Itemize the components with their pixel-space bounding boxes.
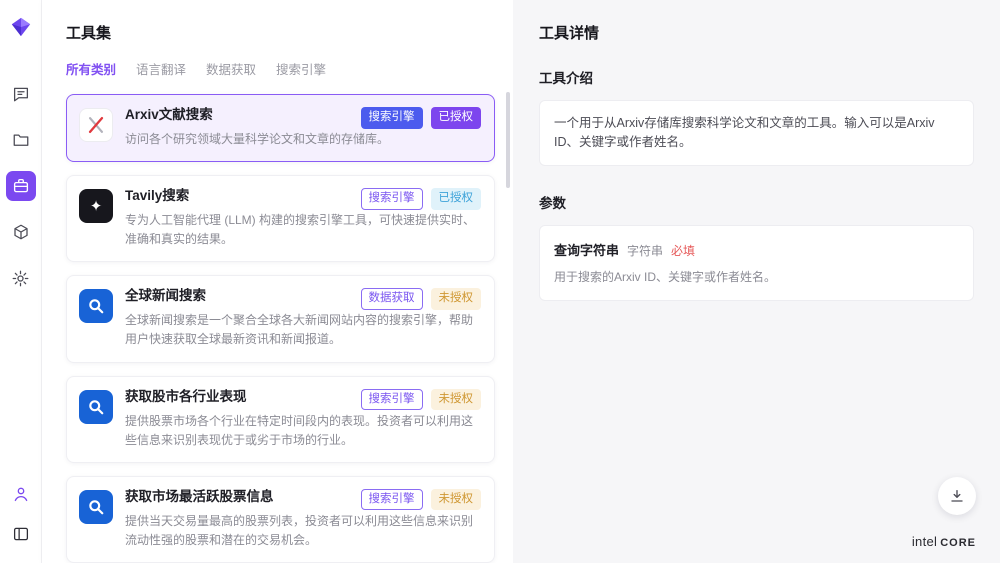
tool-card[interactable]: ✦Tavily搜索专为人工智能代理 (LLM) 构建的搜索引擎工具，可快速提供实… [66,175,495,262]
param-name: 查询字符串 [554,240,619,259]
briefcase-icon[interactable] [6,171,36,201]
icon-rail [0,0,42,563]
scrollbar[interactable] [506,92,510,188]
category-badge: 搜索引擎 [361,489,423,511]
auth-status-badge: 未授权 [431,489,482,511]
details-title: 工具详情 [539,22,974,43]
tab-0[interactable]: 所有类别 [66,59,116,78]
tab-1[interactable]: 语言翻译 [136,59,186,78]
page-title: 工具集 [66,22,489,43]
auth-status-badge: 未授权 [431,288,482,310]
app-logo-icon[interactable] [10,16,32,43]
tool-list-panel: 工具集 所有类别语言翻译数据获取搜索引擎 Arxiv文献搜索访问各个研究领域大量… [42,0,513,563]
param-required-badge: 必填 [671,242,695,259]
tool-card[interactable]: 获取股市各行业表现提供股票市场各个行业在特定时间段内的表现。投资者可以利用这些信… [66,376,495,463]
param-type: 字符串 [627,242,663,259]
auth-status-badge: 已授权 [431,188,482,210]
user-icon[interactable] [6,479,36,509]
tool-intro-card: 一个用于从Arxiv存储库搜索科学论文和文章的工具。输入可以是Arxiv ID、… [539,100,974,166]
tool-description: 访问各个研究领域大量科学论文和文章的存储库。 [125,130,481,149]
folder-icon[interactable] [6,125,36,155]
chat-icon[interactable] [6,79,36,109]
intel-core-logo: intel CORE [912,534,976,549]
category-badge: 搜索引擎 [361,188,423,210]
tool-details-panel: 工具详情 工具介绍 一个用于从Arxiv存储库搜索科学论文和文章的工具。输入可以… [513,0,1000,563]
tab-3[interactable]: 搜索引擎 [276,59,326,78]
category-badge: 搜索引擎 [361,389,423,411]
badge-group: 搜索引擎已授权 [361,188,482,210]
core-logo-text: CORE [940,537,976,549]
intel-logo-text: intel [912,534,937,549]
tool-card[interactable]: Arxiv文献搜索访问各个研究领域大量科学论文和文章的存储库。搜索引擎已授权 [66,94,495,162]
gear-icon[interactable] [6,263,36,293]
sparkle-icon: ✦ [79,189,113,223]
app: 工具集 所有类别语言翻译数据获取搜索引擎 Arxiv文献搜索访问各个研究领域大量… [0,0,1000,563]
auth-status-badge: 未授权 [431,389,482,411]
badge-group: 数据获取未授权 [361,288,482,310]
category-badge: 数据获取 [361,288,423,310]
tool-description: 全球新闻搜索是一个聚合全球各大新闻网站内容的搜索引擎，帮助用户快速获取全球最新资… [125,311,481,349]
badge-group: 搜索引擎未授权 [361,389,482,411]
tab-2[interactable]: 数据获取 [206,59,256,78]
badge-group: 搜索引擎已授权 [361,107,482,129]
param-card: 查询字符串 字符串 必填 用于搜索的Arxiv ID、关键字或作者姓名。 [539,225,974,301]
tool-card[interactable]: 获取市场最活跃股票信息提供当天交易量最高的股票列表，投资者可以利用这些信息来识别… [66,476,495,563]
search-icon [79,490,113,524]
package-icon[interactable] [6,217,36,247]
intro-section-title: 工具介绍 [539,67,974,87]
layout-panel-icon[interactable] [6,519,36,549]
list-header: 工具集 所有类别 语言翻译 数据获取 搜索引擎 [42,0,513,88]
category-tabs: 所有类别 语言翻译 数据获取 搜索引擎 [66,59,489,88]
params-section-title: 参数 [539,192,974,212]
category-badge: 搜索引擎 [361,107,423,129]
search-icon [79,390,113,424]
search-icon [79,289,113,323]
arxiv-icon [79,108,113,142]
tool-description: 提供当天交易量最高的股票列表，投资者可以利用这些信息来识别流动性强的股票和潜在的… [125,512,481,550]
auth-status-badge: 已授权 [431,107,482,129]
tool-list: Arxiv文献搜索访问各个研究领域大量科学论文和文章的存储库。搜索引擎已授权 ✦T… [42,88,513,563]
tool-card[interactable]: 全球新闻搜索全球新闻搜索是一个聚合全球各大新闻网站内容的搜索引擎，帮助用户快速获… [66,275,495,362]
param-header: 查询字符串 字符串 必填 [554,240,959,259]
tool-description: 提供股票市场各个行业在特定时间段内的表现。投资者可以利用这些信息来识别表现优于或… [125,412,481,450]
download-button[interactable] [938,477,976,515]
badge-group: 搜索引擎未授权 [361,489,482,511]
download-icon [949,488,965,504]
param-description: 用于搜索的Arxiv ID、关键字或作者姓名。 [554,268,959,286]
tool-description: 专为人工智能代理 (LLM) 构建的搜索引擎工具，可快速提供实时、准确和真实的结… [125,211,481,249]
